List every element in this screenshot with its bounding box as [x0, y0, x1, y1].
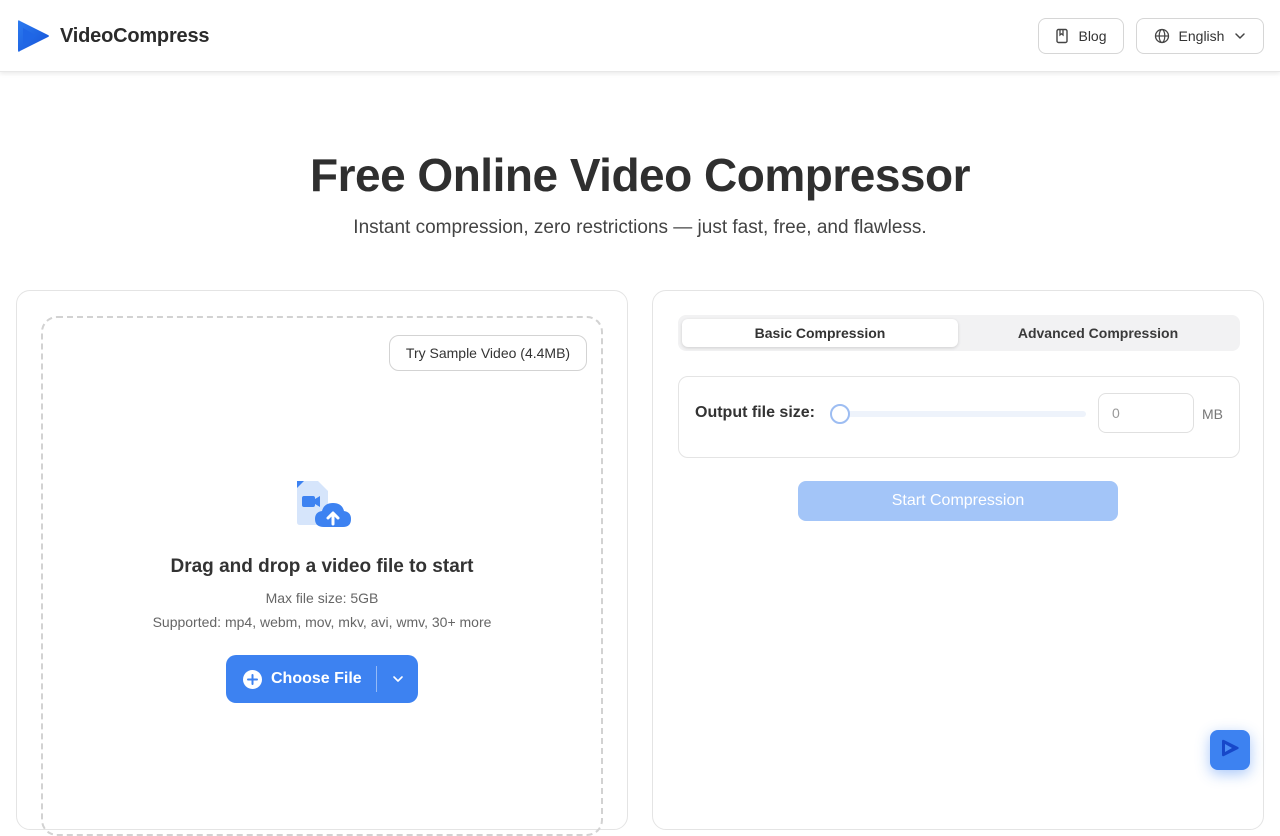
try-sample-button[interactable]: Try Sample Video (4.4MB): [389, 335, 587, 371]
output-size-card: Output file size: MB: [678, 376, 1240, 458]
tab-advanced-compression[interactable]: Advanced Compression: [960, 319, 1236, 347]
tab-basic-compression[interactable]: Basic Compression: [682, 319, 958, 347]
output-size-label: Output file size:: [695, 404, 815, 421]
output-size-slider-thumb[interactable]: [830, 404, 850, 424]
compression-tabs: Basic Compression Advanced Compression: [678, 315, 1240, 351]
output-size-slider-track[interactable]: [831, 411, 1086, 417]
globe-icon: [1154, 28, 1170, 44]
drop-zone[interactable]: Try Sample Video (4.4MB) Drag and drop a…: [41, 316, 603, 836]
start-compression-button[interactable]: Start Compression: [798, 481, 1118, 521]
upload-panel: Try Sample Video (4.4MB) Drag and drop a…: [16, 290, 628, 836]
play-triangle-icon: [1219, 737, 1241, 764]
page-title: Free Online Video Compressor: [309, 149, 971, 201]
logo-text: VideoCompress: [60, 24, 210, 47]
language-label: English: [1178, 28, 1225, 44]
supported-formats-text: Supported: mp4, webm, mov, mkv, avi, wmv…: [152, 614, 492, 630]
chevron-down-icon: [392, 670, 404, 688]
plus-circle-icon: [243, 669, 262, 689]
blog-button[interactable]: Blog: [1038, 18, 1124, 54]
choose-file-button[interactable]: Choose File: [226, 655, 418, 703]
top-header: VideoCompress Blog English: [0, 0, 1280, 72]
language-select[interactable]: English: [1136, 18, 1264, 54]
max-file-size-text: Max file size: 5GB: [265, 590, 379, 606]
floating-play-button[interactable]: [1210, 730, 1250, 770]
blog-label: Blog: [1078, 28, 1107, 44]
video-upload-icon: [292, 478, 354, 535]
book-icon: [1055, 28, 1069, 44]
choose-file-main[interactable]: Choose File: [226, 655, 376, 703]
compression-panel: Basic Compression Advanced Compression O…: [652, 290, 1264, 830]
logo[interactable]: VideoCompress: [17, 18, 210, 54]
choose-file-dropdown[interactable]: [377, 655, 418, 703]
chevron-down-icon: [1234, 32, 1246, 40]
choose-file-label: Choose File: [271, 670, 362, 687]
page-subtitle: Instant compression, zero restrictions —…: [353, 217, 927, 238]
drop-title: Drag and drop a video file to start: [170, 556, 474, 577]
play-triangle-icon: [18, 20, 49, 52]
output-size-input[interactable]: [1098, 393, 1194, 433]
output-size-unit: MB: [1202, 406, 1223, 422]
